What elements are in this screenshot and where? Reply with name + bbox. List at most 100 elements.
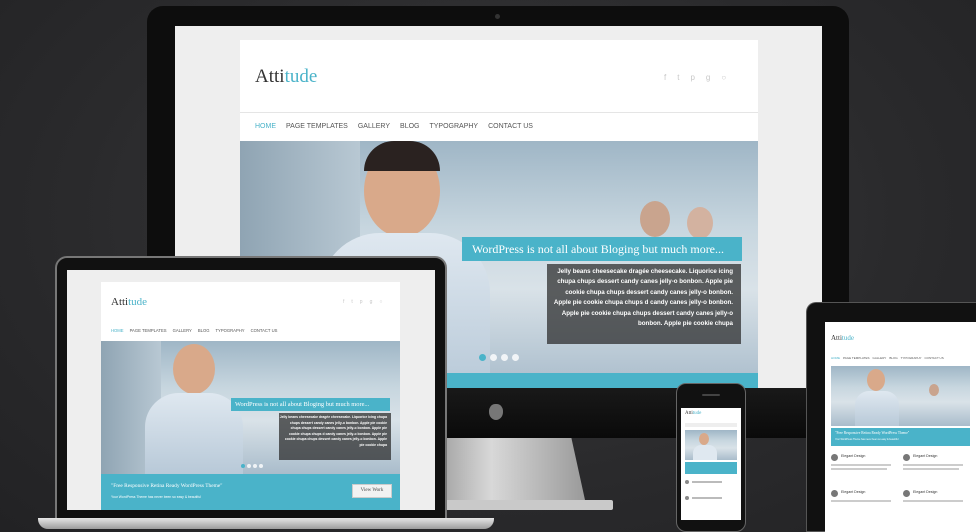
- gplus-icon[interactable]: g: [370, 299, 373, 305]
- nav-contact-us[interactable]: CONTACT US: [488, 123, 533, 130]
- twitter-icon[interactable]: t: [351, 299, 352, 305]
- nav-page-templates[interactable]: PAGE TEMPLATES: [843, 356, 870, 360]
- slider-dot-3[interactable]: [253, 464, 257, 468]
- slider-dot-1[interactable]: [479, 354, 486, 361]
- nav-page-templates[interactable]: PAGE TEMPLATES: [130, 328, 167, 333]
- slider-dot-2[interactable]: [247, 464, 251, 468]
- feature-title: Elegant Design: [913, 490, 938, 494]
- gplus-icon[interactable]: g: [706, 73, 710, 82]
- feature-item: Elegant Design: [831, 454, 897, 484]
- pinterest-icon[interactable]: p: [690, 73, 694, 82]
- main-nav: HOME PAGE TEMPLATES GALLERY BLOG TYPOGRA…: [111, 328, 277, 333]
- promo-headline: "Free Responsive Retina Ready WordPress …: [835, 431, 910, 435]
- feature-line: [692, 481, 722, 483]
- nav-home[interactable]: HOME: [255, 123, 276, 130]
- nav-blog[interactable]: BLOG: [400, 123, 419, 130]
- hero-person-shirt: [145, 393, 243, 474]
- logo-suffix: tude: [692, 411, 702, 416]
- slider-caption-text: Jelly beans cheesecake dragée cheesecake…: [279, 413, 391, 460]
- imac-camera: [495, 14, 500, 19]
- header-divider: [240, 112, 758, 113]
- logo-prefix: Atti: [831, 334, 842, 342]
- logo-suffix: tude: [128, 296, 148, 308]
- feature-icon: [903, 490, 910, 497]
- twitter-icon[interactable]: t: [677, 73, 679, 82]
- slider-dot-2[interactable]: [490, 354, 497, 361]
- feature-title: Elegant Design: [841, 490, 866, 494]
- nav-home[interactable]: HOME: [831, 356, 840, 360]
- hero-person-main: [173, 344, 215, 394]
- nav-contact-us[interactable]: CONTACT US: [925, 356, 944, 360]
- promo-bar: "Free Responsive Retina Ready WordPress …: [831, 428, 970, 446]
- pinterest-icon[interactable]: p: [360, 299, 363, 305]
- facebook-icon[interactable]: f: [343, 299, 344, 305]
- macbook-site: Attitude f t p g ○ HOME PAGE TEMPLATES G…: [101, 282, 400, 510]
- feature-icon: [831, 490, 838, 497]
- nav-contact-us[interactable]: CONTACT US: [251, 328, 278, 333]
- hero-slider: WordPress is not all about Bloging but m…: [101, 341, 400, 474]
- search-icon[interactable]: ○: [721, 73, 726, 82]
- feature-text: [831, 468, 887, 470]
- nav-gallery[interactable]: GALLERY: [173, 328, 192, 333]
- promo-bar: [685, 462, 737, 474]
- hero-person-bg-1: [929, 384, 939, 396]
- hero-slider: [831, 366, 970, 426]
- hero-slider: [685, 430, 737, 460]
- macbook-screen: Attitude f t p g ○ HOME PAGE TEMPLATES G…: [67, 270, 435, 510]
- view-work-button[interactable]: View Work: [352, 484, 392, 498]
- feature-item: Elegant Design: [903, 490, 969, 520]
- site-logo[interactable]: Attitude: [111, 296, 147, 308]
- hero-person-hair: [364, 141, 440, 171]
- feature-icon: [903, 454, 910, 461]
- slider-caption-text: Jelly beans cheesecake dragée cheesecake…: [547, 264, 741, 344]
- nav-home[interactable]: HOME: [111, 328, 124, 333]
- iphone-speaker: [702, 394, 720, 396]
- feature-text: [903, 468, 959, 470]
- feature-list: [685, 478, 737, 518]
- nav-typography[interactable]: TYPOGRAPHY: [215, 328, 244, 333]
- nav-typography[interactable]: TYPOGRAPHY: [901, 356, 922, 360]
- nav-gallery[interactable]: GALLERY: [873, 356, 887, 360]
- nav-page-templates[interactable]: PAGE TEMPLATES: [286, 123, 348, 130]
- site-logo[interactable]: Attitude: [831, 334, 854, 342]
- nav-gallery[interactable]: GALLERY: [358, 123, 390, 130]
- mobile-menu-bar[interactable]: [685, 423, 737, 427]
- nav-blog[interactable]: BLOG: [889, 356, 897, 360]
- logo-prefix: Atti: [685, 411, 693, 416]
- social-icons: f t p g ○: [664, 73, 726, 82]
- site-logo[interactable]: Attitude: [685, 411, 701, 416]
- feature-title: Elegant Design: [841, 454, 866, 458]
- site-logo[interactable]: Attitude: [255, 66, 317, 88]
- promo-subline: Your WordPress Theme has never been so e…: [835, 438, 899, 441]
- slider-dot-4[interactable]: [512, 354, 519, 361]
- logo-prefix: Atti: [255, 66, 285, 87]
- slider-caption-title: WordPress is not all about Bloging but m…: [462, 237, 742, 261]
- feature-grid: Elegant Design Elegant Design Elegant De…: [831, 454, 970, 530]
- logo-suffix: tude: [841, 334, 854, 342]
- main-nav: HOME PAGE TEMPLATES GALLERY BLOG TYPOGRA…: [255, 123, 533, 130]
- feature-text: [831, 464, 891, 466]
- promo-subline: Your WordPress Theme has never been so e…: [111, 495, 201, 499]
- hero-person-bg-2: [687, 207, 713, 239]
- ipad-screen: Attitude HOME PAGE TEMPLATES GALLERY BLO…: [825, 322, 976, 532]
- slider-dot-3[interactable]: [501, 354, 508, 361]
- slider-dot-4[interactable]: [259, 464, 263, 468]
- feature-item: Elegant Design: [831, 490, 897, 520]
- logo-prefix: Atti: [111, 296, 129, 308]
- nav-typography[interactable]: TYPOGRAPHY: [429, 123, 478, 130]
- hero-person-main: [699, 433, 709, 445]
- search-icon[interactable]: ○: [379, 299, 382, 305]
- main-nav: HOME PAGE TEMPLATES GALLERY BLOG TYPOGRA…: [831, 356, 944, 360]
- nav-blog[interactable]: BLOG: [198, 328, 210, 333]
- logo-suffix: tude: [284, 66, 318, 87]
- macbook-base: [38, 518, 494, 529]
- slider-dot-1[interactable]: [241, 464, 245, 468]
- feature-icon: [685, 496, 689, 500]
- hero-person-main: [867, 369, 885, 391]
- hero-person-bg-1: [640, 201, 670, 237]
- hero-person-shirt: [693, 445, 717, 460]
- feature-text: [903, 500, 963, 502]
- feature-icon: [831, 454, 838, 461]
- slider-pagination: [479, 354, 519, 361]
- facebook-icon[interactable]: f: [664, 73, 666, 82]
